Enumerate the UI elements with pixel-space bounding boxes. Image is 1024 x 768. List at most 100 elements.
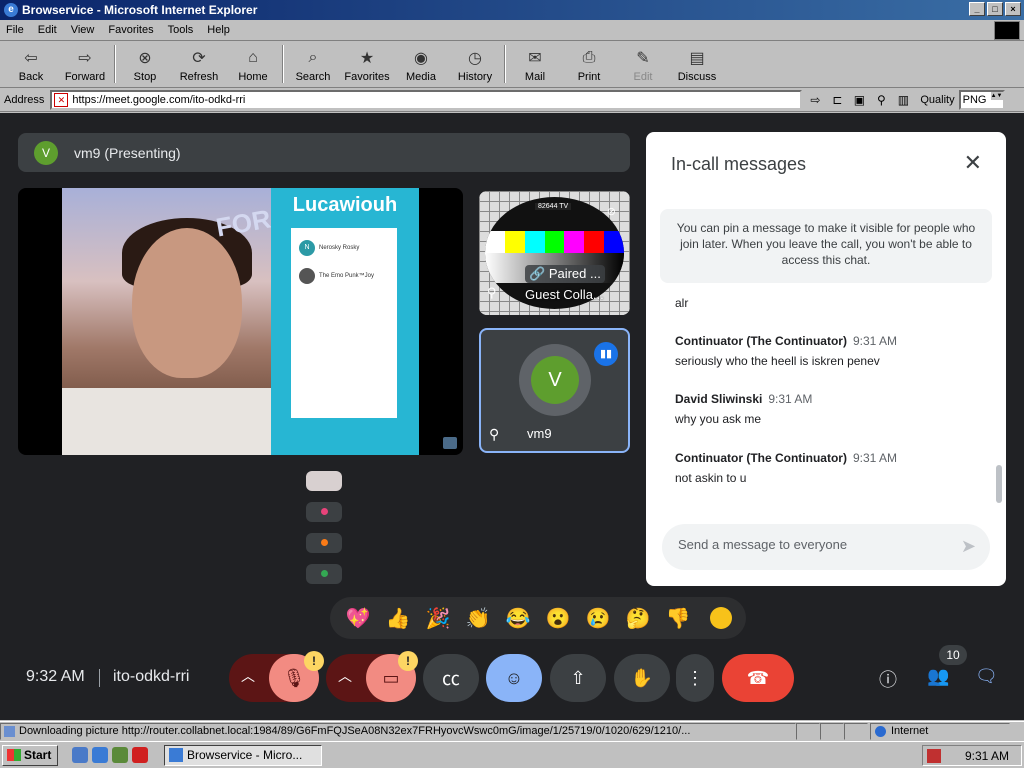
print-button[interactable]: ⎙ Print (562, 42, 616, 86)
address-input[interactable]: ✕ https://meet.google.com/ito-odkd-rri (50, 90, 803, 110)
start-button[interactable]: Start (2, 744, 58, 766)
speaking-indicator-icon: ▮▮ (594, 342, 618, 366)
favorites-icon: ★ (359, 50, 375, 67)
show-desktop-icon[interactable] (72, 747, 88, 763)
go-arrow-icon[interactable]: ⇨ (806, 91, 824, 109)
camera-options-chevron-icon[interactable]: ︿ (338, 666, 352, 686)
reaction-crying[interactable]: 😢 (578, 606, 618, 631)
menu-file[interactable]: File (6, 24, 24, 36)
search-button[interactable]: ⌕ Search (286, 42, 340, 86)
menu-favorites[interactable]: Favorites (108, 24, 153, 36)
filmstrip-thumb[interactable] (306, 471, 342, 491)
page-icon: ✕ (54, 93, 69, 107)
ie-quicklaunch-icon[interactable] (92, 747, 108, 763)
user-name: Nerosky Rosky (319, 245, 360, 251)
refresh-button[interactable]: ⟳ Refresh (172, 42, 226, 86)
user-avatar: N (299, 240, 315, 256)
history-icon: ◷ (468, 50, 482, 67)
camera-warning-icon: ! (398, 651, 418, 671)
mic-off-icon: ⊘ (606, 206, 616, 218)
menu-edit[interactable]: Edit (38, 24, 57, 36)
reaction-party-popper[interactable]: 🎉 (418, 606, 458, 631)
user-avatar (299, 268, 315, 284)
reaction-thumbs-down[interactable]: 👎 (658, 606, 698, 631)
chat-scrollbar[interactable] (996, 465, 1002, 503)
system-tray: 9:31 AM (922, 745, 1022, 766)
minimize-button[interactable]: _ (969, 2, 985, 16)
close-icon[interactable]: ✕ (964, 150, 982, 176)
meeting-clock: 9:32 AM (26, 668, 85, 685)
favorites-button[interactable]: ★ Favorites (340, 42, 394, 86)
more-options-button[interactable]: ⋮ (676, 654, 714, 702)
captions-button[interactable]: ㏄ (423, 654, 479, 702)
menu-view[interactable]: View (71, 24, 95, 36)
message-text: why you ask me (675, 412, 762, 426)
leave-call-button[interactable]: ☎ (722, 654, 794, 702)
menu-help[interactable]: Help (207, 24, 230, 36)
filmstrip (306, 471, 342, 595)
tray-app-icon[interactable] (927, 749, 941, 763)
quality-select[interactable]: PNG (958, 90, 1005, 110)
pin-icon[interactable]: ⚲ (487, 285, 497, 301)
tile-options-icon[interactable] (443, 437, 457, 449)
forward-button[interactable]: ⇨ Forward (58, 42, 112, 86)
mic-options-chevron-icon[interactable]: ︿ (241, 666, 255, 686)
video-frame: FOR (62, 188, 273, 455)
participant-tile-vm9[interactable]: V ▮▮ vm9 ⚲ (479, 328, 630, 453)
reaction-surprised[interactable]: 😮 (538, 606, 578, 631)
discuss-button[interactable]: ▤ Discuss (670, 42, 724, 86)
history-button[interactable]: ◷ History (448, 42, 502, 86)
chat-icon[interactable]: 🗨 (975, 666, 998, 687)
browser-toolbar: ⇦ Back ⇨ Forward ⊗ Stop ⟳ Refresh ⌂ Home ⌕ Search ★ F… (0, 42, 1024, 88)
find-icon[interactable]: ⚲ (872, 91, 890, 109)
message-author: Continuator (The Continuator) (675, 334, 847, 348)
people-icon[interactable]: 👥 (927, 666, 949, 687)
emoji-reactions-button[interactable]: ☺ (486, 654, 542, 702)
mic-warning-icon: ! (304, 651, 324, 671)
send-icon[interactable]: ➤ (961, 536, 976, 557)
clipboard-icon[interactable]: ▥ (894, 91, 912, 109)
message-time: 9:31 AM (852, 334, 897, 348)
reaction-thumbs-up[interactable]: 👍 (378, 606, 418, 631)
mail-button[interactable]: ✉ Mail (508, 42, 562, 86)
maximize-button[interactable]: □ (987, 2, 1003, 16)
refresh-icon: ⟳ (192, 50, 206, 67)
bookmark-icon[interactable]: ⊏ (828, 91, 846, 109)
meeting-info-icon[interactable]: ⓘ (879, 666, 897, 692)
filmstrip-thumb[interactable] (306, 564, 342, 584)
shared-user-list: N Nerosky Rosky The Emo Punk™Joy (291, 228, 397, 418)
message-text: not askin to u (675, 471, 747, 485)
chat-message: Continuator (The Continuator) 9:31 AM ser… (675, 334, 897, 368)
skin-tone-selector[interactable] (710, 607, 732, 629)
toolbar-separator (282, 45, 284, 83)
chat-input-placeholder: Send a message to everyone (678, 537, 848, 552)
shared-screen-title: Lucawiouh (292, 194, 398, 216)
home-icon: ⌂ (248, 49, 258, 66)
back-button[interactable]: ⇦ Back (4, 42, 58, 86)
menu-tools[interactable]: Tools (168, 24, 194, 36)
presentation-tile[interactable]: FOR Lucawiouh N Nerosky Rosky The Emo Pu… (18, 188, 463, 455)
present-screen-button[interactable]: ⇧ (550, 654, 606, 702)
opera-icon[interactable] (132, 747, 148, 763)
raise-hand-button[interactable]: ✋ (614, 654, 670, 702)
media-button[interactable]: ◉ Media (394, 42, 448, 86)
stop-button[interactable]: ⊗ Stop (118, 42, 172, 86)
taskbar-item-browservice[interactable]: Browservice - Micro... (164, 744, 322, 766)
reaction-thinking[interactable]: 🤔 (618, 606, 658, 631)
reaction-laughing[interactable]: 😂 (498, 606, 538, 631)
paired-chip: 🔗 Paired ... (525, 265, 605, 283)
outlook-icon[interactable] (112, 747, 128, 763)
chat-message-input[interactable]: Send a message to everyone ➤ (662, 524, 990, 570)
home-button[interactable]: ⌂ Home (226, 42, 280, 86)
edit-button[interactable]: ✎ Edit (616, 42, 670, 86)
reaction-clapping[interactable]: 👏 (458, 606, 498, 631)
message-author: David Sliwinski (675, 392, 763, 406)
pin-icon[interactable]: ⚲ (489, 426, 499, 443)
filmstrip-thumb[interactable] (306, 502, 342, 522)
address-url: https://meet.google.com/ito-odkd-rri (72, 94, 246, 106)
participant-tile-guest[interactable]: 82644 TV ⊘ 🔗 Paired ... Guest Colla... ⚲ (479, 191, 630, 315)
reaction-sparkling-heart[interactable]: 💖 (338, 606, 378, 631)
filmstrip-thumb[interactable] (306, 533, 342, 553)
page-view-icon[interactable]: ▣ (850, 91, 868, 109)
close-window-button[interactable]: × (1005, 2, 1021, 16)
